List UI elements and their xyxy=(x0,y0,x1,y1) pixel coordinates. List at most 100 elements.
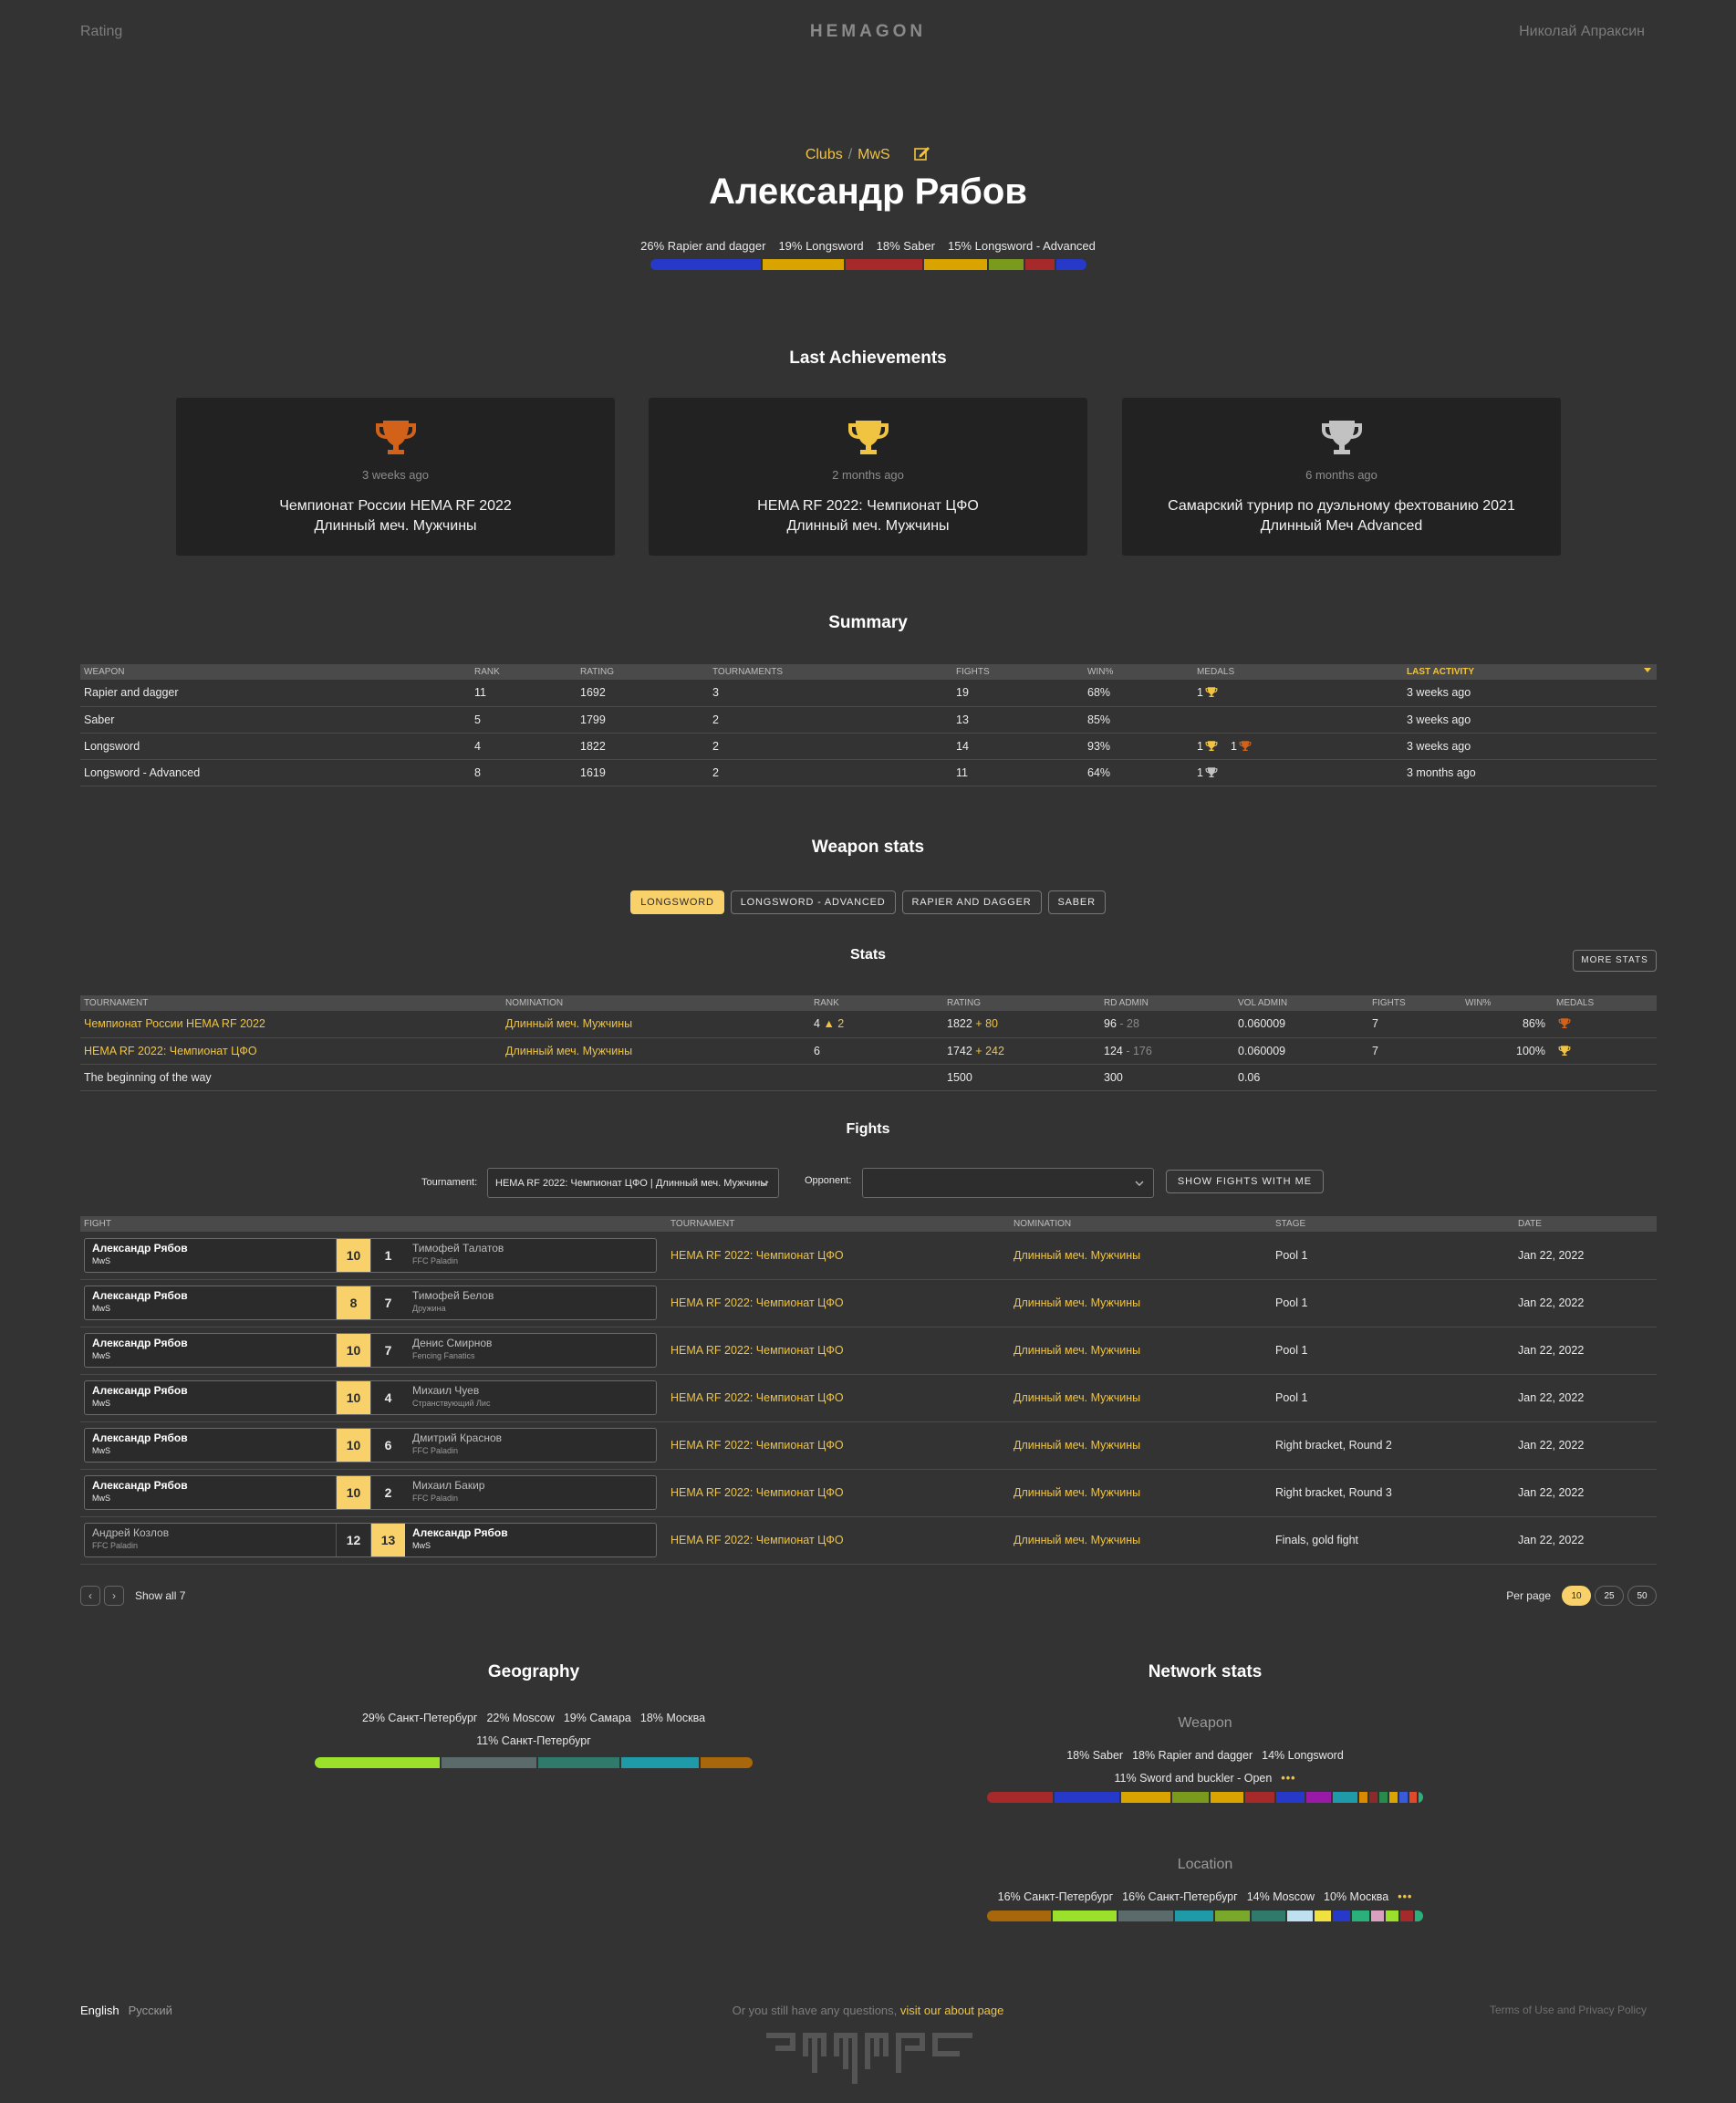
bar-segment[interactable] xyxy=(1306,1792,1331,1803)
bar-segment[interactable] xyxy=(1052,1910,1117,1921)
fight-card[interactable]: Александр Рябов MwS 8 7 Тимофей Белов Дружина xyxy=(84,1286,657,1320)
bar-segment[interactable] xyxy=(1172,1792,1210,1803)
bar-segment[interactable] xyxy=(1398,1792,1408,1803)
bar-segment[interactable] xyxy=(1332,1792,1357,1803)
per-page-50[interactable]: 50 xyxy=(1627,1586,1657,1606)
bar-segment[interactable] xyxy=(1378,1792,1388,1803)
achievement-card[interactable]: 6 months ago Самарский турнир по дуэльном… xyxy=(1122,398,1561,556)
tournament-link[interactable]: HEMA RF 2022: Чемпионат ЦФО xyxy=(84,1045,257,1057)
more-dots-icon[interactable]: ••• xyxy=(1281,1772,1295,1785)
bar-segment[interactable] xyxy=(1385,1910,1398,1921)
col-rank[interactable]: Rank xyxy=(810,995,943,1011)
tournament-link[interactable]: HEMA RF 2022: Чемпионат ЦФО xyxy=(670,1534,844,1546)
nomination-link[interactable]: Длинный меч. Мужчины xyxy=(1014,1486,1140,1499)
left-fighter[interactable]: Александр Рябов MwS xyxy=(85,1286,336,1319)
col-tournament[interactable]: Tournament xyxy=(80,995,502,1011)
col-weapon[interactable]: Weapon xyxy=(80,664,471,680)
bar-segment[interactable] xyxy=(1358,1792,1367,1803)
bar-segment[interactable] xyxy=(1175,1910,1214,1921)
bar-segment[interactable] xyxy=(1286,1910,1313,1921)
col-last-activity[interactable]: Last activity xyxy=(1403,664,1657,680)
bar-segment[interactable] xyxy=(1215,1910,1250,1921)
bar-segment[interactable] xyxy=(1056,259,1086,270)
table-row[interactable]: Александр Рябов MwS 10 4 Михаил Чуев Странств… xyxy=(80,1374,1657,1422)
bar-segment[interactable] xyxy=(621,1757,700,1768)
left-fighter[interactable]: Александр Рябов MwS xyxy=(85,1429,336,1462)
col-win[interactable]: Win% xyxy=(1084,664,1193,680)
tab-longsword-advanced[interactable]: LONGSWORD - ADVANCED xyxy=(730,890,896,914)
right-fighter[interactable]: Тимофей Белов Дружина xyxy=(405,1286,656,1319)
more-dots-icon[interactable]: ••• xyxy=(1398,1890,1412,1903)
right-fighter[interactable]: Михаил Бакир FFC Paladin xyxy=(405,1476,656,1509)
left-fighter[interactable]: Александр Рябов MwS xyxy=(85,1334,336,1367)
bar-segment[interactable] xyxy=(1370,1910,1384,1921)
bar-segment[interactable] xyxy=(315,1757,440,1768)
next-page-button[interactable]: › xyxy=(104,1586,124,1606)
nomination-link[interactable]: Длинный меч. Мужчины xyxy=(1014,1249,1140,1262)
show-all-link[interactable]: Show all 7 xyxy=(135,1589,185,1602)
col-win[interactable]: Win% xyxy=(1461,995,1553,1011)
bar-segment[interactable] xyxy=(1352,1910,1369,1921)
col-rating[interactable]: Rating xyxy=(943,995,1100,1011)
table-row[interactable]: Александр Рябов MwS 8 7 Тимофей Белов Дружина… xyxy=(80,1279,1657,1327)
col-vol-admin[interactable]: Vol Admin xyxy=(1234,995,1368,1011)
bar-segment[interactable] xyxy=(1388,1792,1398,1803)
more-stats-button[interactable]: MORE STATS xyxy=(1573,950,1657,972)
right-fighter[interactable]: Дмитрий Краснов FFC Paladin xyxy=(405,1429,656,1462)
fight-card[interactable]: Александр Рябов MwS 10 4 Михаил Чуев Странств… xyxy=(84,1380,657,1415)
col-nomination[interactable]: Nomination xyxy=(502,995,810,1011)
tournament-link[interactable]: Чемпионат России HEMA RF 2022 xyxy=(84,1017,265,1030)
table-row[interactable]: Saber 5 1799 2 13 85% 3 weeks ago xyxy=(80,706,1657,734)
bar-segment[interactable] xyxy=(1024,259,1055,270)
table-row[interactable]: Андрей Козлов FFC Paladin 12 13 Александр Ря… xyxy=(80,1516,1657,1565)
fight-card[interactable]: Александр Рябов MwS 10 7 Денис Смирнов Fencin… xyxy=(84,1333,657,1368)
bar-segment[interactable] xyxy=(441,1757,536,1768)
bar-segment[interactable] xyxy=(1211,1792,1244,1803)
col-nomination[interactable]: Nomination xyxy=(1010,1216,1272,1232)
fight-card[interactable]: Александр Рябов MwS 10 2 Михаил Бакир FFC Pal… xyxy=(84,1475,657,1510)
bar-segment[interactable] xyxy=(1414,1910,1423,1921)
col-stage[interactable]: Stage xyxy=(1272,1216,1514,1232)
tournament-link[interactable]: HEMA RF 2022: Чемпионат ЦФО xyxy=(670,1296,844,1309)
bar-segment[interactable] xyxy=(701,1757,753,1768)
bar-segment[interactable] xyxy=(1419,1792,1423,1803)
about-page-link[interactable]: visit our about page xyxy=(900,2004,1003,2017)
bar-segment[interactable] xyxy=(1275,1792,1305,1803)
table-row[interactable]: Longsword - Advanced 8 1619 2 11 64% 1 3 months… xyxy=(80,759,1657,786)
breadcrumb-clubs[interactable]: Clubs xyxy=(806,147,843,162)
table-row[interactable]: Александр Рябов MwS 10 7 Денис Смирнов Fencin… xyxy=(80,1327,1657,1375)
right-fighter[interactable]: Михаил Чуев Странствующий Лис xyxy=(405,1381,656,1414)
bar-segment[interactable] xyxy=(1251,1910,1285,1921)
achievement-card[interactable]: 2 months ago HEMA RF 2022: Чемпионат ЦФО Д… xyxy=(649,398,1087,556)
right-fighter[interactable]: Денис Смирнов Fencing Fanatics xyxy=(405,1334,656,1367)
col-fights[interactable]: Fights xyxy=(1368,995,1461,1011)
bar-segment[interactable] xyxy=(987,1910,1051,1921)
sort-desc-icon[interactable] xyxy=(1644,668,1651,672)
bar-segment[interactable] xyxy=(1333,1910,1351,1921)
table-row[interactable]: Александр Рябов MwS 10 6 Дмитрий Краснов FFC … xyxy=(80,1421,1657,1470)
col-tournaments[interactable]: Tournaments xyxy=(709,664,952,680)
show-fights-with-me-button[interactable]: SHOW FIGHTS WITH ME xyxy=(1166,1170,1324,1193)
tab-saber[interactable]: SABER xyxy=(1047,890,1106,914)
table-row[interactable]: Longsword 4 1822 2 14 93% 1 1 3 weeks ago xyxy=(80,733,1657,760)
achievement-card[interactable]: 3 weeks ago Чемпионат России HEMA RF 2022… xyxy=(176,398,615,556)
bar-segment[interactable] xyxy=(1314,1910,1332,1921)
bar-segment[interactable] xyxy=(845,259,922,270)
col-rank[interactable]: Rank xyxy=(471,664,577,680)
col-rd-admin[interactable]: RD Admin xyxy=(1100,995,1234,1011)
prev-page-button[interactable]: ‹ xyxy=(80,1586,100,1606)
fight-card[interactable]: Андрей Козлов FFC Paladin 12 13 Александр Ря… xyxy=(84,1523,657,1557)
nomination-link[interactable]: Длинный меч. Мужчины xyxy=(1014,1534,1140,1546)
nomination-link[interactable]: Длинный меч. Мужчины xyxy=(505,1045,632,1057)
left-fighter[interactable]: Андрей Козлов FFC Paladin xyxy=(85,1524,336,1556)
bar-segment[interactable] xyxy=(537,1757,620,1768)
per-page-25[interactable]: 25 xyxy=(1595,1586,1624,1606)
col-fights[interactable]: Fights xyxy=(952,664,1084,680)
bar-segment[interactable] xyxy=(987,1792,1053,1803)
table-row[interactable]: Rapier and dagger 11 1692 3 19 68% 1 3 weeks ag… xyxy=(80,680,1657,707)
bar-segment[interactable] xyxy=(1121,1792,1171,1803)
tournament-link[interactable]: HEMA RF 2022: Чемпионат ЦФО xyxy=(670,1344,844,1357)
bar-segment[interactable] xyxy=(1054,1792,1120,1803)
nomination-link[interactable]: Длинный меч. Мужчины xyxy=(1014,1296,1140,1309)
user-menu[interactable]: Николай Апраксин xyxy=(1519,24,1645,40)
